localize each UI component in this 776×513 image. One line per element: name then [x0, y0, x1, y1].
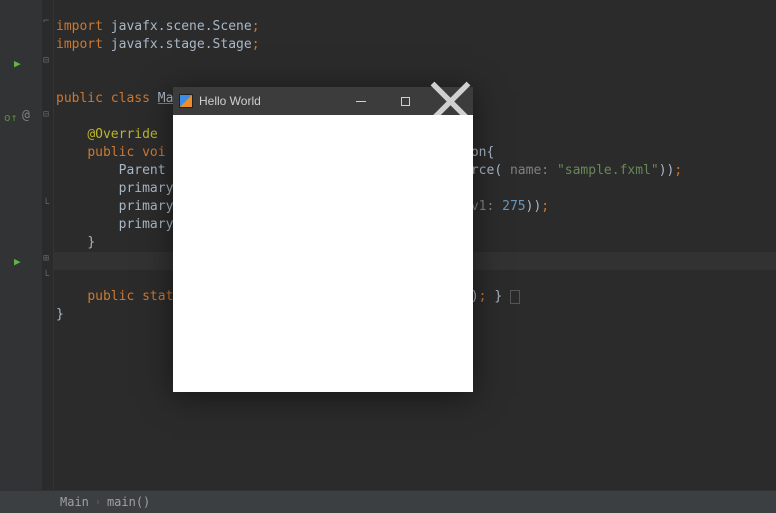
keyword: public — [56, 91, 111, 106]
fold-start-icon[interactable]: ⊟ — [43, 55, 49, 66]
maximize-icon — [401, 97, 410, 106]
code-text: primary — [119, 199, 174, 214]
annotation: @Override — [87, 127, 157, 142]
breadcrumb-item[interactable]: main() — [107, 495, 150, 509]
caret-eol-indicator — [510, 290, 520, 304]
package-path: javafx.stage.Stage — [103, 37, 252, 52]
app-content-area[interactable] — [173, 115, 473, 392]
fold-collapsed-icon[interactable]: ⊞ — [43, 253, 49, 264]
fold-column: ⌐ ⊟ ⊟ └ ⊞ └ — [42, 0, 54, 490]
semicolon: ; — [479, 289, 487, 304]
code-text: } — [487, 289, 503, 304]
brace: } — [87, 235, 95, 250]
keyword: import — [56, 37, 103, 52]
window-minimize-button[interactable] — [338, 87, 383, 115]
javafx-app-window[interactable]: Hello World — [173, 87, 473, 392]
number-literal: 275 — [502, 199, 525, 214]
semicolon: ; — [252, 19, 260, 34]
keyword: stat — [142, 289, 173, 304]
window-close-button[interactable] — [428, 87, 473, 115]
code-text: primary — [119, 217, 174, 232]
fold-end-icon[interactable]: └ — [43, 199, 49, 210]
app-titlebar[interactable]: Hello World — [173, 87, 473, 115]
semicolon: ; — [541, 199, 549, 214]
fold-end-icon[interactable]: └ — [43, 271, 49, 282]
semicolon: ; — [674, 163, 682, 178]
brace: } — [56, 307, 64, 322]
fold-end-icon[interactable]: ⌐ — [43, 16, 49, 27]
keyword: class — [111, 91, 158, 106]
window-maximize-button[interactable] — [383, 87, 428, 115]
code-text: Parent — [119, 163, 174, 178]
code-text: )) — [659, 163, 675, 178]
keyword: import — [56, 19, 103, 34]
keyword: public — [87, 145, 142, 160]
java-app-icon — [179, 94, 193, 108]
run-gutter-icon[interactable]: ▶ — [14, 57, 21, 70]
app-title: Hello World — [199, 94, 261, 108]
keyword: public — [87, 289, 142, 304]
editor-gutter: ▶ o↑ @ ▶ — [0, 0, 42, 490]
override-gutter-icon[interactable]: o↑ — [4, 111, 17, 124]
fold-start-icon[interactable]: ⊟ — [43, 109, 49, 120]
package-path: javafx.scene.Scene — [103, 19, 252, 34]
string-literal: "sample.fxml" — [557, 163, 659, 178]
annotation-gutter-icon: @ — [22, 108, 30, 123]
run-main-gutter-icon[interactable]: ▶ — [14, 255, 21, 268]
semicolon: ; — [252, 37, 260, 52]
breadcrumb-item[interactable]: Main — [60, 495, 89, 509]
breadcrumb-bar: Main › main() — [0, 490, 776, 513]
code-text: )) — [526, 199, 542, 214]
breadcrumb-separator-icon: › — [95, 497, 101, 508]
code-text: primary — [119, 181, 174, 196]
param-hint: name: — [502, 163, 557, 178]
minimize-icon — [356, 101, 366, 102]
keyword: voi — [142, 145, 165, 160]
